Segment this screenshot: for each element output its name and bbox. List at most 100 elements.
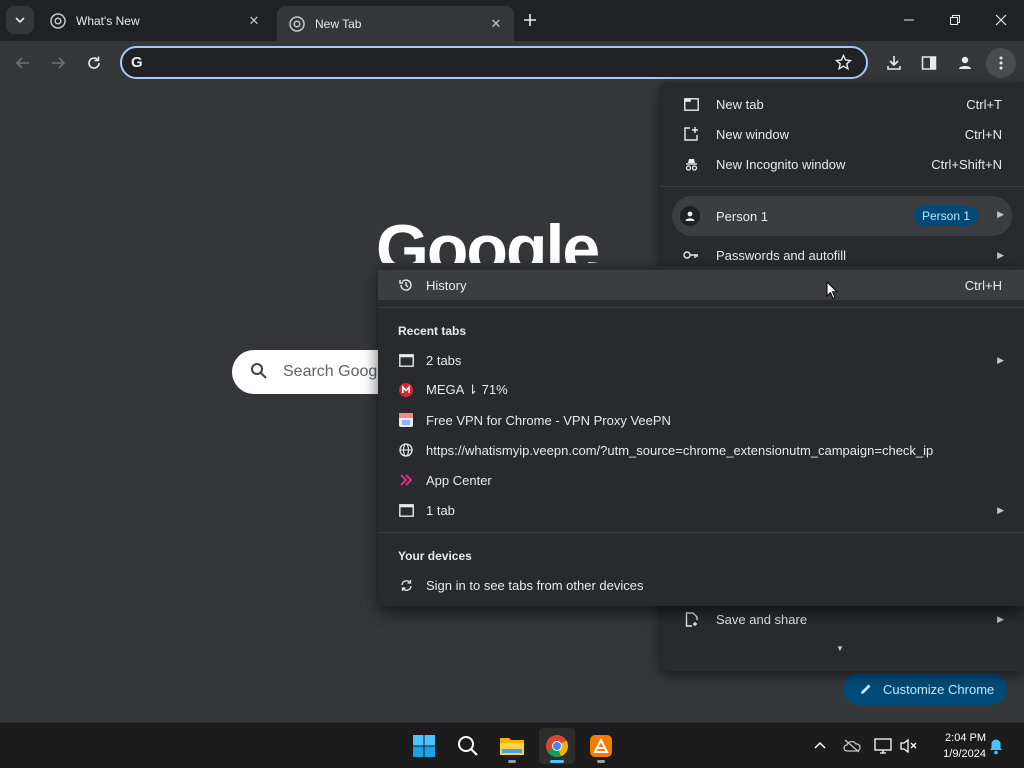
- taskbar-search-button[interactable]: [450, 728, 486, 764]
- new-tab-icon: [683, 96, 699, 112]
- app-taskbar-button[interactable]: [583, 728, 619, 764]
- customize-chrome-button[interactable]: Customize Chrome: [843, 673, 1007, 705]
- your-devices-heading: Your devices: [398, 549, 472, 563]
- tray-volume-button[interactable]: [899, 736, 919, 756]
- minimize-icon: [904, 19, 914, 21]
- chrome-icon: [289, 15, 305, 32]
- new-window-icon: [683, 126, 699, 142]
- plus-icon: [524, 14, 536, 26]
- forward-button[interactable]: [43, 48, 73, 78]
- clock-time: 2:04 PM: [945, 732, 986, 744]
- menu-new-window[interactable]: New window Ctrl+N: [660, 119, 1024, 149]
- save-share-icon: [683, 611, 699, 627]
- history-submenu: History Ctrl+H Recent tabs 2 tabs ▶ MEGA…: [378, 266, 1024, 606]
- clock-date: 1/9/2024: [943, 748, 986, 760]
- notifications-button[interactable]: [986, 736, 1006, 756]
- chevron-down-icon: [15, 17, 25, 24]
- recent-tabs-heading: Recent tabs: [398, 324, 467, 338]
- recent-tab-item[interactable]: Free VPN for Chrome - VPN Proxy VeePN: [378, 405, 1024, 435]
- close-icon[interactable]: ✕: [246, 13, 262, 29]
- screen: What's New ✕ New Tab ✕ G Google Search G…: [0, 0, 1024, 768]
- submenu-arrow-icon: ▶: [997, 354, 1004, 365]
- arrow-left-icon: [15, 57, 29, 69]
- pencil-icon: [861, 684, 871, 694]
- download-icon: [887, 56, 901, 70]
- windows-logo-icon: [413, 735, 435, 757]
- mouse-cursor-icon: [826, 281, 838, 300]
- search-placeholder: Search Google: [283, 363, 390, 380]
- tray-overflow-button[interactable]: [810, 736, 830, 756]
- key-icon: [683, 247, 699, 263]
- submenu-arrow-icon: ▶: [997, 209, 1004, 219]
- reload-button[interactable]: [79, 48, 109, 78]
- monitor-icon: [874, 738, 892, 754]
- sync-icon: [398, 577, 414, 593]
- recent-tab-item[interactable]: 1 tab ▶: [378, 495, 1024, 525]
- app-center-icon: [398, 472, 414, 488]
- search-icon: [251, 363, 267, 379]
- tray-display-button[interactable]: [873, 736, 893, 756]
- restore-icon: [950, 15, 960, 25]
- tab-new-tab[interactable]: New Tab ✕: [277, 6, 514, 41]
- veepn-icon: [398, 412, 414, 428]
- downloads-button[interactable]: [879, 48, 909, 78]
- taskbar-clock[interactable]: 2:04 PM 1/9/2024: [924, 730, 986, 762]
- menu-profile-row[interactable]: Person 1 Person 1 ▶: [672, 196, 1012, 236]
- restore-button[interactable]: [932, 0, 978, 40]
- menu-new-incognito[interactable]: New Incognito window Ctrl+Shift+N: [660, 149, 1024, 179]
- bookmark-star-icon[interactable]: [834, 53, 853, 76]
- profile-button[interactable]: [950, 48, 980, 78]
- orange-app-icon: [590, 735, 612, 757]
- toolbar: G: [0, 41, 1024, 85]
- menu-save-and-share[interactable]: Save and share ▶: [660, 604, 1024, 634]
- submenu-arrow-icon: ▶: [997, 504, 1004, 515]
- window-icon: [398, 352, 414, 368]
- close-icon[interactable]: ✕: [488, 16, 504, 32]
- arrow-right-icon: [52, 57, 66, 69]
- menu-new-tab[interactable]: New tab Ctrl+T: [660, 89, 1024, 119]
- recent-tab-item[interactable]: App Center: [378, 465, 1024, 495]
- chrome-menu-button[interactable]: [986, 48, 1016, 78]
- address-bar[interactable]: G: [120, 46, 868, 79]
- chrome-icon: [50, 13, 66, 29]
- volume-muted-icon: [900, 738, 917, 754]
- submenu-arrow-icon: ▶: [997, 613, 1004, 624]
- menu-scroll-caret-icon[interactable]: ▼: [836, 644, 844, 653]
- sign-in-devices-item[interactable]: Sign in to see tabs from other devices: [378, 570, 1024, 600]
- chrome-taskbar-button[interactable]: [539, 728, 575, 764]
- close-window-button[interactable]: [978, 0, 1024, 40]
- tab-strip: What's New ✕ New Tab ✕: [0, 0, 1024, 41]
- submenu-arrow-icon: ▶: [997, 249, 1004, 260]
- google-g-icon: G: [131, 54, 143, 71]
- file-explorer-button[interactable]: [494, 728, 530, 764]
- windows-taskbar: 2:04 PM 1/9/2024: [0, 722, 1024, 768]
- mega-icon: [398, 382, 414, 398]
- submenu-history[interactable]: History Ctrl+H: [378, 270, 1024, 300]
- close-icon: [995, 14, 1007, 26]
- google-logo: Google: [376, 215, 599, 263]
- recent-tab-item[interactable]: https://whatismyip.veepn.com/?utm_source…: [378, 435, 1024, 465]
- more-vert-icon: [999, 56, 1003, 70]
- new-tab-button[interactable]: [518, 8, 542, 32]
- side-panel-button[interactable]: [914, 48, 944, 78]
- tab-title: What's New: [76, 14, 140, 28]
- back-button[interactable]: [8, 48, 38, 78]
- tab-whats-new[interactable]: What's New ✕: [38, 6, 272, 36]
- chrome-icon: [546, 735, 569, 758]
- bell-icon: [990, 739, 1002, 755]
- folder-icon: [500, 738, 524, 755]
- start-button[interactable]: [406, 728, 442, 764]
- customize-label: Customize Chrome: [883, 681, 995, 697]
- tab-search-button[interactable]: [6, 6, 34, 34]
- person-icon: [959, 56, 971, 69]
- minimize-button[interactable]: [886, 0, 932, 40]
- reload-icon: [88, 56, 100, 69]
- recent-tab-item[interactable]: MEGA ⇂ 71%: [378, 375, 1024, 405]
- search-icon: [458, 736, 478, 756]
- tray-network-button[interactable]: [842, 736, 862, 756]
- recent-tab-item[interactable]: 2 tabs ▶: [378, 345, 1024, 375]
- globe-icon: [398, 442, 414, 458]
- submenu-divider: [378, 307, 1024, 308]
- history-icon: [398, 277, 414, 293]
- side-panel-icon: [921, 56, 937, 70]
